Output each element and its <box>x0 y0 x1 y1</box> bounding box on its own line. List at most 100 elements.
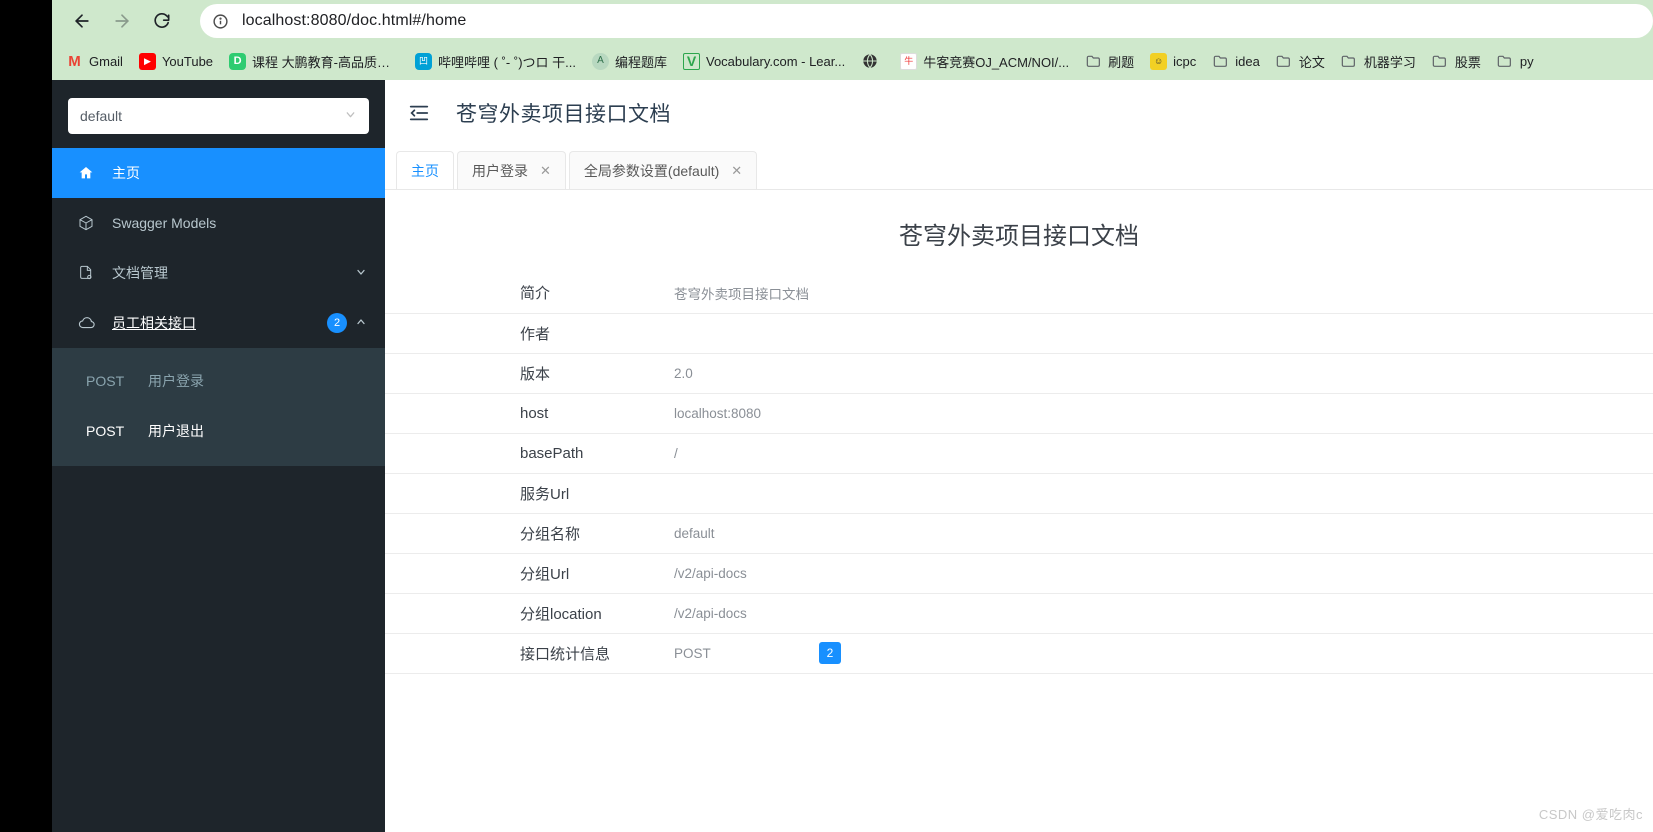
home-icon <box>78 165 98 181</box>
watermark: CSDN @爱吃肉c <box>1538 807 1643 822</box>
nowcoder-icon: 牛 <box>900 52 918 70</box>
bookmark-coding[interactable]: A 编程题库 <box>591 52 667 71</box>
site-info-icon[interactable] <box>208 9 232 33</box>
bookmark-folder-idea[interactable]: idea <box>1212 53 1260 70</box>
dapeng-icon: D <box>229 52 247 70</box>
sidebar-subitem-label: 用户退出 <box>148 423 204 439</box>
main-area: 苍穹外卖项目接口文档 主页 用户登录 ✕ 全局参数设置(default) ✕ 苍… <box>385 80 1653 832</box>
bookmark-label: YouTube <box>161 53 214 69</box>
bookmark-gmail[interactable]: M Gmail <box>66 53 123 70</box>
tab-label: 用户登录 <box>472 162 528 179</box>
app-window: default 主页 Swagger Models 文档管理 员工相关接口 2 … <box>52 80 1653 832</box>
bookmark-label: 机器学习 <box>1363 54 1416 70</box>
http-method-label: POST <box>86 423 125 439</box>
row-key: host <box>385 393 662 434</box>
bookmark-bilibili[interactable]: 凹 哔哩哔哩 ( ˚- ˚)つロ 干... <box>415 52 576 71</box>
table-row: basePath / <box>385 433 1653 474</box>
tab-bar: 主页 用户登录 ✕ 全局参数设置(default) ✕ <box>385 146 1653 190</box>
table-row: 作者 <box>385 313 1653 354</box>
row-key: 版本 <box>385 353 662 394</box>
bookmark-nowcoder[interactable]: 牛 牛客竞赛OJ_ACM/NOI/... <box>900 52 1069 71</box>
row-key: 分组location <box>385 593 662 634</box>
bookmark-vocabulary[interactable]: V Vocabulary.com - Lear... <box>683 52 846 70</box>
bookmark-label: py <box>1519 53 1534 69</box>
doc-info-table: 简介 苍穹外卖项目接口文档 作者 版本 2.0 host localhost:8… <box>385 273 1653 674</box>
sidebar-subitem-user-login[interactable]: POST 用户登录 <box>52 356 385 406</box>
row-value: /v2/api-docs <box>662 553 1653 594</box>
bookmark-dapeng[interactable]: D 课程 大鹏教育-高品质的... <box>229 52 399 71</box>
bookmark-youtube[interactable]: ▶ YouTube <box>138 52 214 70</box>
sidebar-submenu: POST 用户登录 POST 用户退出 <box>52 348 385 466</box>
cloud-icon <box>78 315 98 331</box>
address-bar[interactable]: localhost:8080/doc.html#/home <box>200 4 1653 38</box>
bookmark-folder-gupiao[interactable]: 股票 <box>1432 52 1481 71</box>
close-icon[interactable]: ✕ <box>731 163 742 179</box>
bookmark-label: Gmail <box>89 53 123 69</box>
sidebar-item-swagger-models[interactable]: Swagger Models <box>52 198 385 248</box>
row-value: / <box>662 433 1653 474</box>
stats-method-label: POST <box>674 645 711 661</box>
tab-home[interactable]: 主页 <box>396 151 454 189</box>
table-row: 分组location /v2/api-docs <box>385 593 1653 634</box>
bookmark-folder-shuati[interactable]: 刷题 <box>1085 52 1134 71</box>
coding-icon: A <box>591 52 609 70</box>
forward-button[interactable] <box>102 1 142 41</box>
table-row: 分组名称 default <box>385 513 1653 554</box>
row-value: default <box>662 513 1653 554</box>
sidebar-item-label: Swagger Models <box>112 215 217 231</box>
sidebar: default 主页 Swagger Models 文档管理 员工相关接口 2 … <box>52 80 385 832</box>
bookmarks-bar: M Gmail ▶ YouTube D 课程 大鹏教育-高品质的... 凹 哔哩… <box>52 42 1653 80</box>
bookmark-label: 课程 大鹏教育-高品质的... <box>252 54 400 70</box>
folder-icon <box>1276 53 1293 70</box>
bookmark-icpc[interactable]: ☺ icpc <box>1150 52 1197 70</box>
row-value: 2.0 <box>662 353 1653 394</box>
bookmark-label: idea <box>1235 53 1260 69</box>
row-key: 分组名称 <box>385 513 662 554</box>
bookmark-globe[interactable] <box>861 53 884 70</box>
tab-label: 主页 <box>411 162 439 179</box>
sidebar-menu: 主页 Swagger Models 文档管理 员工相关接口 2 <box>52 148 385 348</box>
bookmark-folder-py[interactable]: py <box>1497 53 1534 70</box>
back-button[interactable] <box>62 1 102 41</box>
group-select[interactable]: default <box>68 98 369 134</box>
folder-icon <box>1432 53 1449 70</box>
http-method-label: POST <box>86 373 125 389</box>
bookmark-folder-ml[interactable]: 机器学习 <box>1341 52 1416 71</box>
sidebar-item-label: 员工相关接口 <box>112 315 196 331</box>
sidebar-item-employee-api[interactable]: 员工相关接口 2 <box>52 298 385 348</box>
page-title: 苍穹外卖项目接口文档 <box>456 102 671 126</box>
tab-user-login[interactable]: 用户登录 ✕ <box>457 151 566 189</box>
main-header: 苍穹外卖项目接口文档 <box>385 80 1653 146</box>
bookmark-label: icpc <box>1173 53 1197 69</box>
close-icon[interactable]: ✕ <box>540 163 551 179</box>
menu-fold-icon[interactable] <box>408 102 430 124</box>
youtube-icon: ▶ <box>138 52 156 70</box>
row-value: POST 2 <box>662 633 1653 674</box>
row-key: 作者 <box>385 313 662 354</box>
tab-global-params[interactable]: 全局参数设置(default) ✕ <box>568 151 758 189</box>
bilibili-icon: 凹 <box>415 52 433 70</box>
reload-button[interactable] <box>142 1 182 41</box>
sidebar-subitem-label: 用户登录 <box>148 373 204 389</box>
sidebar-item-home[interactable]: 主页 <box>52 148 385 198</box>
folder-icon <box>1497 53 1514 70</box>
folder-icon <box>1212 53 1229 70</box>
row-value <box>662 473 1653 514</box>
row-value: localhost:8080 <box>662 393 1653 434</box>
bookmark-label: Vocabulary.com - Lear... <box>706 53 846 69</box>
content-area: 苍穹外卖项目接口文档 简介 苍穹外卖项目接口文档 作者 版本 2.0 host … <box>385 190 1653 831</box>
document-icon <box>78 265 98 281</box>
bookmark-folder-lunwen[interactable]: 论文 <box>1276 52 1325 71</box>
folder-icon <box>1085 53 1102 70</box>
address-bar-url: localhost:8080/doc.html#/home <box>242 12 467 29</box>
group-select-value: default <box>80 108 123 124</box>
table-row: 简介 苍穹外卖项目接口文档 <box>385 273 1653 314</box>
chevron-down-icon <box>344 108 357 124</box>
bookmark-label: 股票 <box>1454 54 1481 70</box>
folder-icon <box>1341 53 1358 70</box>
sidebar-subitem-user-logout[interactable]: POST 用户退出 <box>52 406 385 456</box>
globe-icon <box>861 53 878 70</box>
sidebar-item-label: 主页 <box>112 165 140 181</box>
sidebar-item-doc-management[interactable]: 文档管理 <box>52 248 385 298</box>
table-row: 分组Url /v2/api-docs <box>385 553 1653 594</box>
